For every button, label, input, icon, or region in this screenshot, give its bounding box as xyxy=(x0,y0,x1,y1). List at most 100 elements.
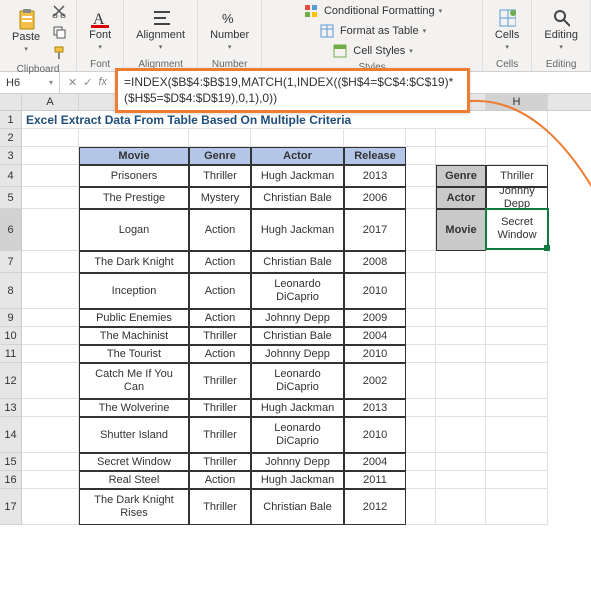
cell[interactable] xyxy=(486,129,548,147)
cell[interactable]: 2010 xyxy=(344,345,406,363)
cell[interactable] xyxy=(22,471,79,489)
cell[interactable]: Action xyxy=(189,471,251,489)
cell[interactable]: Secret Window xyxy=(79,453,189,471)
cell[interactable]: Action xyxy=(189,309,251,327)
row-header[interactable]: 8 xyxy=(0,273,22,309)
cell[interactable]: The Tourist xyxy=(79,345,189,363)
cell[interactable]: Thriller xyxy=(189,327,251,345)
cell[interactable]: Mystery xyxy=(189,187,251,209)
cell-grid[interactable]: Excel Extract Data From Table Based On M… xyxy=(22,111,591,525)
alignment-button[interactable]: Alignment ▾ xyxy=(132,7,189,53)
cell[interactable]: Johnny Depp xyxy=(251,309,344,327)
cell[interactable]: Johnny Depp xyxy=(251,453,344,471)
editing-button[interactable]: Editing ▾ xyxy=(540,7,582,53)
cell[interactable]: Movie xyxy=(436,209,486,251)
row-header[interactable]: 16 xyxy=(0,471,22,489)
row-header[interactable]: 15 xyxy=(0,453,22,471)
cell[interactable]: Genre xyxy=(436,165,486,187)
row-header[interactable]: 12 xyxy=(0,363,22,399)
cell[interactable] xyxy=(436,129,486,147)
cell[interactable] xyxy=(406,399,436,417)
cell[interactable] xyxy=(22,147,79,165)
row-header[interactable]: 17 xyxy=(0,489,22,525)
format-as-table-button[interactable]: Format as Table▾ xyxy=(318,22,426,40)
cell[interactable]: 2008 xyxy=(344,251,406,273)
cells-button[interactable]: Cells ▾ xyxy=(491,7,523,53)
cell[interactable]: Release xyxy=(344,147,406,165)
cell[interactable] xyxy=(436,489,486,525)
cell[interactable] xyxy=(486,147,548,165)
cell[interactable]: Prisoners xyxy=(79,165,189,187)
cell[interactable]: The Wolverine xyxy=(79,399,189,417)
row-header[interactable]: 2 xyxy=(0,129,22,147)
cell[interactable] xyxy=(406,489,436,525)
cell[interactable] xyxy=(22,187,79,209)
cell[interactable]: Thriller xyxy=(189,489,251,525)
cell[interactable] xyxy=(189,129,251,147)
cell[interactable]: 2012 xyxy=(344,489,406,525)
cell[interactable]: Genre xyxy=(189,147,251,165)
row-header[interactable]: 11 xyxy=(0,345,22,363)
cell[interactable] xyxy=(22,417,79,453)
cell[interactable] xyxy=(436,399,486,417)
cell[interactable]: Hugh Jackman xyxy=(251,209,344,251)
cell[interactable] xyxy=(79,129,189,147)
cell[interactable]: 2017 xyxy=(344,209,406,251)
cell[interactable]: Public Enemies xyxy=(79,309,189,327)
cell[interactable] xyxy=(486,399,548,417)
cell[interactable]: Thriller xyxy=(189,399,251,417)
cell[interactable] xyxy=(344,129,406,147)
cell[interactable] xyxy=(22,489,79,525)
row-header[interactable]: 14 xyxy=(0,417,22,453)
cell[interactable]: Movie xyxy=(79,147,189,165)
cell[interactable] xyxy=(406,209,436,251)
cell[interactable] xyxy=(22,309,79,327)
cell[interactable] xyxy=(251,129,344,147)
cell[interactable]: The Dark Knight xyxy=(79,251,189,273)
cell[interactable]: 2004 xyxy=(344,327,406,345)
cell[interactable] xyxy=(486,363,548,399)
cell[interactable]: The Prestige xyxy=(79,187,189,209)
cell[interactable] xyxy=(486,453,548,471)
cell[interactable] xyxy=(406,187,436,209)
row-header[interactable]: 3 xyxy=(0,147,22,165)
formula-input[interactable]: =INDEX($B$4:$B$19,MATCH(1,INDEX(($H$4=$C… xyxy=(115,68,470,113)
cell[interactable] xyxy=(22,209,79,251)
cell[interactable] xyxy=(22,363,79,399)
cell[interactable]: Action xyxy=(189,345,251,363)
cell[interactable]: 2006 xyxy=(344,187,406,209)
cell[interactable]: Johnny Depp xyxy=(486,187,548,209)
cell[interactable] xyxy=(406,417,436,453)
cell[interactable] xyxy=(22,345,79,363)
cell[interactable]: Shutter Island xyxy=(79,417,189,453)
cell[interactable] xyxy=(22,399,79,417)
font-button[interactable]: A Font ▾ xyxy=(85,7,115,53)
cell[interactable]: Actor xyxy=(436,187,486,209)
cell[interactable]: Thriller xyxy=(486,165,548,187)
cell[interactable]: Catch Me If You Can xyxy=(79,363,189,399)
cell[interactable]: Leonardo DiCaprio xyxy=(251,363,344,399)
name-box[interactable]: H6▾ xyxy=(0,72,60,93)
cell[interactable]: Christian Bale xyxy=(251,327,344,345)
cell[interactable] xyxy=(22,251,79,273)
cell[interactable] xyxy=(406,363,436,399)
cell[interactable]: Leonardo DiCaprio xyxy=(251,273,344,309)
cell[interactable]: Excel Extract Data From Table Based On M… xyxy=(22,111,548,129)
cell[interactable]: Hugh Jackman xyxy=(251,471,344,489)
row-header[interactable]: 6 xyxy=(0,209,22,251)
cell[interactable] xyxy=(406,453,436,471)
number-button[interactable]: % Number ▾ xyxy=(206,7,253,53)
cell[interactable]: The Machinist xyxy=(79,327,189,345)
cell[interactable] xyxy=(22,453,79,471)
cell[interactable] xyxy=(22,165,79,187)
cell[interactable]: 2010 xyxy=(344,417,406,453)
cell[interactable]: Thriller xyxy=(189,363,251,399)
cell[interactable]: Christian Bale xyxy=(251,489,344,525)
cell[interactable] xyxy=(486,251,548,273)
paste-button[interactable]: Paste ▾ xyxy=(8,9,44,55)
cell[interactable] xyxy=(436,471,486,489)
cell[interactable]: Hugh Jackman xyxy=(251,399,344,417)
row-header[interactable]: 7 xyxy=(0,251,22,273)
cell[interactable] xyxy=(406,327,436,345)
cell[interactable]: Leonardo DiCaprio xyxy=(251,417,344,453)
